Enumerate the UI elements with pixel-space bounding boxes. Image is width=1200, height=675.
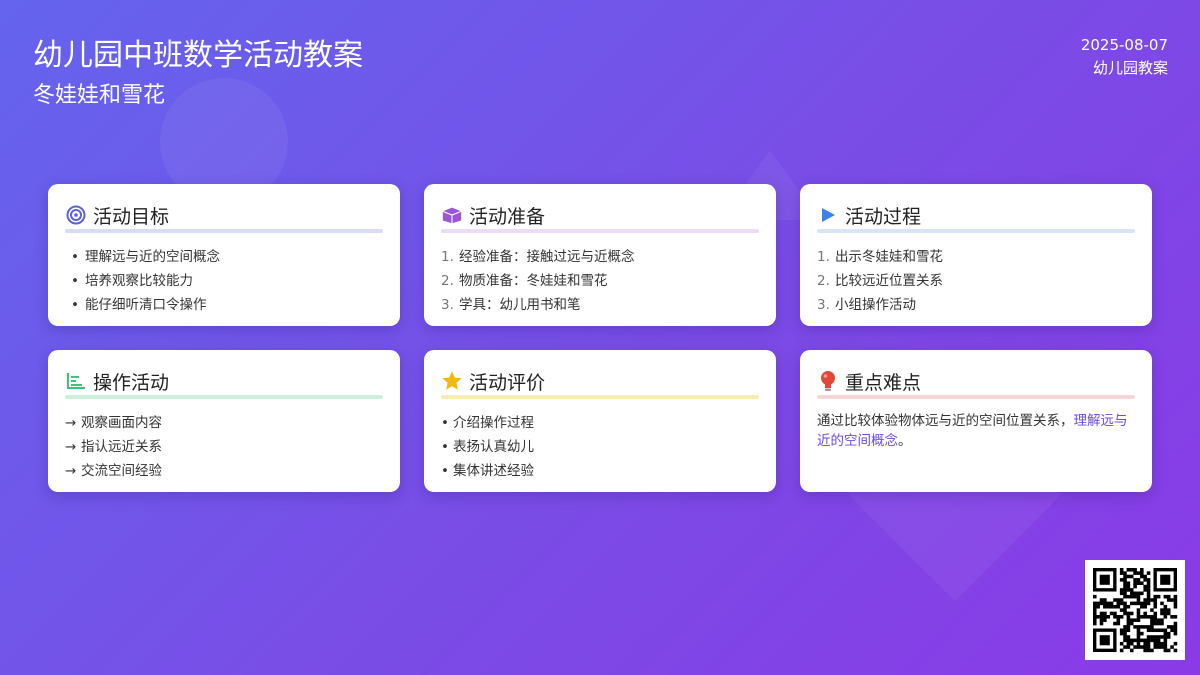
- star-icon: [441, 370, 463, 392]
- card-underline: [65, 395, 383, 399]
- card-goals: 活动目标 • 理解远与近的空间概念 • 培养观察比较能力 • 能仔细听清口令操作: [48, 184, 400, 326]
- goals-list: • 理解远与近的空间概念 • 培养观察比较能力 • 能仔细听清口令操作: [65, 245, 383, 317]
- card-underline: [817, 395, 1135, 399]
- list-item: 1. 经验准备：接触过远与近概念: [441, 249, 635, 265]
- date-label: 2025-08-07: [1080, 36, 1168, 54]
- list-item: → 观察画面内容: [65, 415, 162, 431]
- list-item: 2. 物质准备：冬娃娃和雪花: [441, 273, 608, 289]
- card-header: 操作活动: [65, 368, 383, 394]
- card-prep: 活动准备 1. 经验准备：接触过远与近概念 2. 物质准备：冬娃娃和雪花 3. 学具：…: [424, 184, 776, 326]
- card-title: 活动过程: [845, 205, 922, 228]
- chart-icon: [65, 370, 87, 392]
- qr-code: [1085, 560, 1185, 660]
- card-underline: [65, 229, 383, 233]
- list-item: → 指认远近关系: [65, 439, 162, 455]
- list-item: 1. 出示冬娃娃和雪花: [817, 249, 943, 265]
- doc-type-label: 幼儿园教案: [1092, 59, 1168, 77]
- process-list: 1. 出示冬娃娃和雪花 2. 比较远近位置关系 3. 小组操作活动: [817, 245, 1135, 317]
- card-title: 活动目标: [93, 205, 170, 228]
- lightbulb-icon: [817, 370, 839, 392]
- list-item: • 介绍操作过程: [441, 415, 534, 431]
- card-title: 活动准备: [469, 205, 546, 228]
- page-title: 幼儿园中班数学活动教案: [33, 38, 363, 73]
- card-underline: [817, 229, 1135, 233]
- card-title: 操作活动: [93, 371, 170, 394]
- page-subtitle: 冬娃娃和雪花: [33, 83, 166, 108]
- list-item: → 交流空间经验: [65, 463, 162, 479]
- card-operation: 操作活动 → 观察画面内容 → 指认远近关系 → 交流空间经验: [48, 350, 400, 492]
- card-underline: [441, 229, 759, 233]
- list-item: • 集体讲述经验: [441, 463, 534, 479]
- list-item: • 理解远与近的空间概念: [71, 249, 220, 265]
- play-icon: [817, 204, 839, 226]
- key-points-text: 通过比较体验物体远与近的空间位置关系，理解远与近的空间概念。: [817, 413, 1128, 449]
- card-underline: [441, 395, 759, 399]
- prep-list: 1. 经验准备：接触过远与近概念 2. 物质准备：冬娃娃和雪花 3. 学具：幼儿用书和…: [441, 245, 759, 317]
- list-item: 2. 比较远近位置关系: [817, 273, 943, 289]
- operation-list: → 观察画面内容 → 指认远近关系 → 交流空间经验: [65, 411, 383, 483]
- card-header: 活动评价: [441, 368, 759, 394]
- target-icon: [65, 204, 87, 226]
- list-item: • 表扬认真幼儿: [441, 439, 534, 455]
- list-item: 3. 小组操作活动: [817, 297, 916, 313]
- evaluation-list: • 介绍操作过程 • 表扬认真幼儿 • 集体讲述经验: [441, 411, 759, 483]
- list-item: • 培养观察比较能力: [71, 273, 193, 289]
- list-item: 3. 学具：幼儿用书和笔: [441, 297, 581, 313]
- card-title: 活动评价: [469, 371, 546, 394]
- card-key-points: 重点难点 通过比较体验物体远与近的空间位置关系，理解远与近的空间概念。: [800, 350, 1152, 492]
- card-header: 活动过程: [817, 202, 1135, 228]
- card-process: 活动过程 1. 出示冬娃娃和雪花 2. 比较远近位置关系 3. 小组操作活动: [800, 184, 1152, 326]
- card-title: 重点难点: [845, 371, 922, 394]
- card-evaluation: 活动评价 • 介绍操作过程 • 表扬认真幼儿 • 集体讲述经验: [424, 350, 776, 492]
- card-header: 重点难点: [817, 368, 1135, 394]
- card-header: 活动准备: [441, 202, 759, 228]
- list-item: • 能仔细听清口令操作: [71, 297, 207, 313]
- header-meta: 2025-08-07 幼儿园教案: [1081, 34, 1168, 80]
- card-header: 活动目标: [65, 202, 383, 228]
- box-icon: [441, 204, 463, 226]
